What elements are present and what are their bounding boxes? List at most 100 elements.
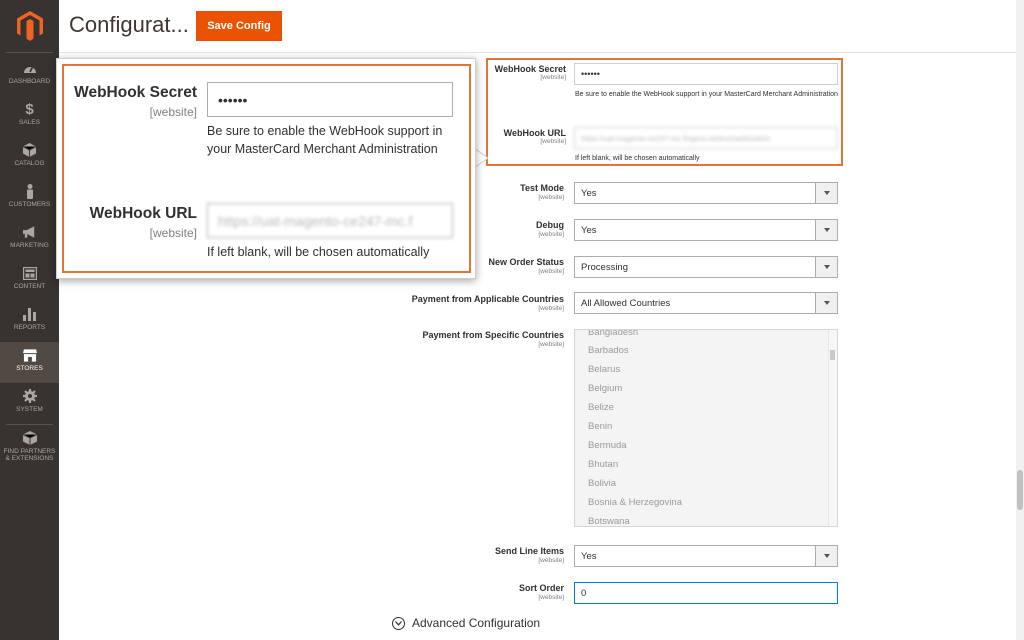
list-item[interactable]: Bermuda [588,440,627,451]
debug-label: Debug [website] [364,220,564,238]
debug-scope: [website] [538,231,564,238]
list-item[interactable]: Bhutan [588,459,618,470]
sidebar-item-label: FIND PARTNERS & EXTENSIONS [3,448,56,462]
test-mode-select[interactable]: Yes [574,182,838,204]
chevron-down-circle-icon [392,616,405,630]
sidebar-item-system[interactable]: SYSTEM [0,383,59,424]
zoom-webhook-secret-input[interactable]: •••••• [207,82,453,117]
multiselect-scrollbar-thumb[interactable] [830,350,835,360]
list-item[interactable]: Benin [588,421,612,432]
list-item[interactable]: Bolivia [588,478,616,489]
zoom-webhook-secret-label-text: WebHook Secret [74,84,197,101]
new-order-status-scope: [website] [538,268,564,275]
sidebar-item-sales[interactable]: $ SALES [0,96,59,137]
chevron-down-icon [815,220,837,240]
sidebar-item-customers[interactable]: CUSTOMERS [0,178,59,219]
sidebar-item-marketing[interactable]: MARKETING [0,219,59,260]
sidebar-item-content[interactable]: CONTENT [0,260,59,301]
sidebar-item-label: STORES [16,365,43,372]
webhook-secret-scope: [website] [540,74,566,81]
chevron-down-icon [815,183,837,203]
chevron-down-icon [815,293,837,313]
advanced-configuration-label: Advanced Configuration [412,616,541,630]
webhook-secret-label-text: WebHook Secret [494,64,566,74]
magento-logo[interactable] [0,0,59,52]
save-config-button[interactable]: Save Config [196,11,282,41]
new-order-status-value: Processing [581,261,628,273]
webhook-url-scope: [website] [540,138,566,145]
sidebar-item-find-partners[interactable]: FIND PARTNERS & EXTENSIONS [0,425,59,475]
specific-countries-multiselect[interactable]: Bangladesh Barbados Belarus Belgium Beli… [574,329,838,527]
send-line-items-label-text: Send Line Items [494,546,564,556]
send-line-items-select[interactable]: Yes [574,545,838,567]
webhook-url-label: WebHook URL [website] [490,128,566,145]
chevron-down-icon [815,257,837,277]
bar-chart-icon [23,307,37,321]
sidebar-item-dashboard[interactable]: DASHBOARD [0,55,59,96]
list-item[interactable]: Botswana [588,516,630,526]
sidebar-item-label: REPORTS [13,324,46,331]
multiselect-scrollbar[interactable] [828,330,837,526]
zoom-webhook-secret-note: Be sure to enable the WebHook support in… [207,124,443,156]
webhook-secret-label: WebHook Secret [website] [490,64,566,81]
page-title: Configurat... [69,12,189,37]
specific-countries-label-text: Payment from Specific Countries [422,330,564,340]
applicable-countries-value: All Allowed Countries [581,297,671,309]
send-line-items-label: Send Line Items [website] [364,546,564,564]
sort-order-label: Sort Order [website] [364,583,564,601]
sidebar-item-label: CONTENT [13,283,46,290]
test-mode-scope: [website] [538,194,564,201]
sidebar-item-label: CUSTOMERS [8,201,51,208]
new-order-status-label: New Order Status [website] [364,257,564,275]
webhook-url-label-text: WebHook URL [503,128,566,138]
webhook-url-note: If left blank, will be chosen automatica… [575,155,700,162]
applicable-countries-select[interactable]: All Allowed Countries [574,292,838,314]
page-scrollbar-thumb[interactable] [1017,470,1023,510]
page-scrollbar[interactable] [1016,0,1024,640]
webhook-secret-input[interactable]: •••••• [574,63,838,85]
header-divider [59,52,1024,53]
sidebar-item-catalog[interactable]: CATALOG [0,137,59,178]
list-item[interactable]: Belarus [588,364,620,375]
webhook-zoom-callout: WebHook Secret [website] •••••• Be sure … [56,58,476,279]
zoom-webhook-secret-label: WebHook Secret [website] [71,84,197,119]
sidebar-item-stores[interactable]: STORES [0,342,59,383]
applicable-countries-label-text: Payment from Applicable Countries [411,294,564,304]
list-item[interactable]: Barbados [588,345,629,356]
list-item[interactable]: Belgium [588,383,622,394]
dollar-icon: $ [25,100,34,118]
zoom-webhook-url-scope: [website] [149,226,197,240]
layout-icon [22,266,37,280]
test-mode-label: Test Mode [website] [364,183,564,201]
debug-label-text: Debug [536,220,564,230]
webhook-url-input[interactable]: https://uat-magento-ce247-mc.fingent.net… [574,127,838,149]
zoom-webhook-url-label-text: WebHook URL [89,205,197,222]
gear-icon [22,389,37,403]
sidebar-item-reports[interactable]: REPORTS [0,301,59,342]
sidebar-item-label: MARKETING [10,242,49,249]
sort-order-scope: [website] [538,594,564,601]
sidebar-item-label: CATALOG [14,160,45,167]
sidebar-item-label: SYSTEM [16,406,43,413]
callout-pointer [474,148,488,168]
new-order-status-select[interactable]: Processing [574,256,838,278]
list-item[interactable]: Bosnia & Herzegovina [588,497,682,508]
applicable-countries-scope: [website] [538,305,564,312]
megaphone-icon [22,225,37,239]
admin-sidebar: DASHBOARD $ SALES CATALOG CUSTOMERS MARK… [0,0,59,640]
sidebar-divider [6,52,53,53]
list-item[interactable]: Bangladesh [588,330,638,338]
magento-logo-icon [16,11,43,41]
dashboard-icon [23,61,37,75]
debug-select[interactable]: Yes [574,219,838,241]
specific-countries-scope: [website] [538,341,564,348]
debug-value: Yes [581,224,597,236]
advanced-configuration-toggle[interactable]: Advanced Configuration [392,616,540,630]
sidebar-item-label: DASHBOARD [8,78,51,85]
webhook-secret-note: Be sure to enable the WebHook support in… [575,91,838,98]
webhook-highlight-box: WebHook Secret [website] •••••• Be sure … [486,58,843,166]
sort-order-input[interactable]: 0 [574,582,838,604]
sort-order-label-text: Sort Order [518,583,564,593]
list-item[interactable]: Belize [588,402,614,413]
applicable-countries-label: Payment from Applicable Countries [websi… [364,294,564,312]
